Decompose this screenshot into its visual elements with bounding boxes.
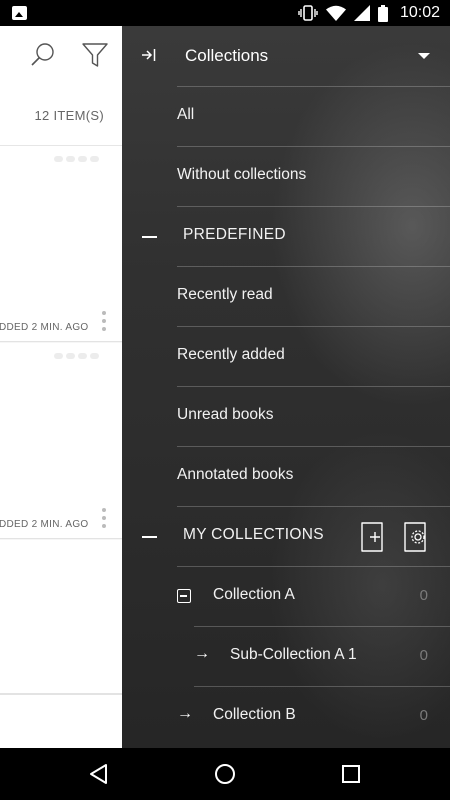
added-time: ADDED 2 MIN. AGO: [0, 519, 89, 530]
navigation-bar: [0, 748, 450, 800]
battery-icon: [377, 4, 388, 22]
clock: 10:02: [399, 4, 440, 21]
collection-item-without[interactable]: Without collections: [122, 146, 450, 206]
image-icon: [12, 6, 27, 20]
wifi-icon: [325, 5, 346, 21]
collections-drawer: Collections All Without collections PRED…: [122, 26, 450, 748]
library-screen: 12 ITEM(S) ADDED 2 MIN. AGO ADDED 2 MIN.…: [0, 26, 122, 748]
collection-count: 0: [419, 647, 428, 664]
add-collection-icon[interactable]: [360, 522, 384, 552]
library-toolbar: [0, 26, 122, 86]
drawer-title[interactable]: Collections: [185, 46, 268, 66]
signal-icon: [353, 5, 370, 21]
collection-item-sub-a1[interactable]: → Sub-Collection A 1 0: [122, 626, 450, 686]
collection-item-b[interactable]: → Collection B 0: [122, 686, 450, 746]
rating-dots: [54, 156, 99, 162]
back-icon[interactable]: [86, 762, 112, 786]
collection-count: 0: [419, 587, 428, 604]
added-time: ADDED 2 MIN. AGO: [0, 322, 89, 333]
section-predefined[interactable]: PREDEFINED: [122, 206, 450, 266]
drawer-header: Collections: [122, 26, 450, 86]
item-count: 12 ITEM(S): [34, 108, 104, 123]
collapse-drawer-icon[interactable]: [142, 48, 156, 67]
home-icon[interactable]: [212, 762, 238, 786]
more-options-icon[interactable]: [102, 311, 106, 333]
item-count-bar: 12 ITEM(S): [0, 86, 122, 146]
manage-collections-icon[interactable]: [403, 522, 427, 552]
filter-icon[interactable]: [82, 42, 108, 73]
rating-dots: [54, 353, 99, 359]
search-icon[interactable]: [30, 42, 56, 73]
more-options-icon[interactable]: [102, 508, 106, 530]
collapse-section-icon[interactable]: [142, 236, 157, 238]
recents-icon[interactable]: [338, 762, 364, 786]
status-bar: 10:02: [0, 0, 450, 26]
collection-count: 0: [419, 707, 428, 724]
collection-item-all[interactable]: All: [122, 86, 450, 146]
book-card[interactable]: [0, 540, 122, 694]
arrow-right-icon: →: [177, 705, 193, 722]
collection-item-recently-added[interactable]: Recently added: [122, 326, 450, 386]
library-bottom-bar: [0, 694, 122, 748]
arrow-right-icon: →: [194, 645, 210, 662]
collection-item-annotated[interactable]: Annotated books: [122, 446, 450, 506]
collection-item-unread[interactable]: Unread books: [122, 386, 450, 446]
collapse-section-icon[interactable]: [142, 536, 157, 538]
collection-item-recently-read[interactable]: Recently read: [122, 266, 450, 326]
book-card[interactable]: ADDED 2 MIN. AGO: [0, 343, 122, 539]
section-my-collections[interactable]: MY COLLECTIONS: [122, 506, 450, 566]
collapse-collection-icon[interactable]: [177, 589, 191, 603]
book-card[interactable]: ADDED 2 MIN. AGO: [0, 146, 122, 342]
collection-item-a[interactable]: Collection A 0: [122, 566, 450, 626]
vibrate-icon: [298, 5, 318, 21]
chevron-down-icon[interactable]: [418, 53, 430, 59]
